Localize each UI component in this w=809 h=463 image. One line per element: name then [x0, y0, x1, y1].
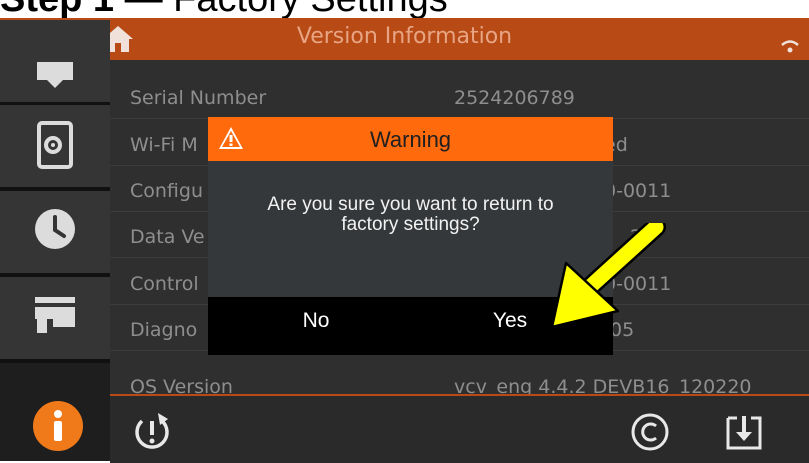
row-value: 0-0011 — [604, 180, 672, 202]
row-label: Diagno — [130, 319, 198, 341]
sidebar-item-store[interactable] — [0, 277, 110, 363]
row-label: Configu — [130, 180, 204, 202]
sidebar-item-clock[interactable] — [0, 191, 110, 277]
row-value: vcv_eng 4.4.2 DEVB16_120220 — [454, 376, 752, 394]
clock-icon — [35, 209, 75, 249]
sidebar-item-download[interactable] — [0, 20, 110, 106]
copyright-button[interactable] — [630, 412, 670, 452]
no-button[interactable]: No — [256, 309, 376, 333]
copyright-icon — [631, 413, 669, 451]
row-label: OS Version — [130, 376, 233, 394]
dialog-title: Warning — [369, 127, 452, 152]
download-button[interactable] — [722, 412, 766, 452]
info-button[interactable] — [32, 400, 84, 452]
page-title: Version Information — [296, 24, 513, 49]
dialog-message-line: factory settings? — [341, 214, 480, 235]
list-item: Serial Number 2524206789 — [110, 72, 809, 119]
device-settings-icon — [37, 121, 73, 169]
dialog-message-line: Are you sure you want to return to — [267, 194, 554, 215]
sidebar — [0, 20, 110, 418]
row-label: Wi-Fi M — [130, 134, 198, 156]
reset-icon — [135, 413, 169, 449]
reset-button[interactable] — [128, 411, 176, 453]
dialog-message: Are you sure you want to return to facto… — [218, 195, 603, 235]
download-arrow-icon — [37, 62, 73, 88]
info-icon — [33, 401, 83, 451]
sidebar-item-device-settings[interactable] — [0, 105, 110, 191]
annotation-arrow-icon — [550, 223, 666, 329]
row-label: Data Ve — [130, 226, 205, 248]
title-bar: Version Information — [0, 18, 809, 60]
wifi-icon — [781, 38, 799, 53]
row-value: 2524206789 — [454, 87, 575, 109]
bottom-toolbar — [110, 394, 809, 463]
list-item: OS Version vcv_eng 4.4.2 DEVB16_120220 — [110, 350, 809, 394]
caption-text: — Factory Settings — [114, 0, 448, 20]
download-icon — [726, 416, 762, 450]
caption-step: Step 1 — [0, 0, 114, 20]
dialog-header: Warning — [208, 117, 613, 161]
sidebar-bottom — [0, 394, 110, 461]
store-icon — [35, 297, 75, 333]
row-label: Serial Number — [130, 87, 267, 109]
row-label: Control — [130, 273, 199, 295]
